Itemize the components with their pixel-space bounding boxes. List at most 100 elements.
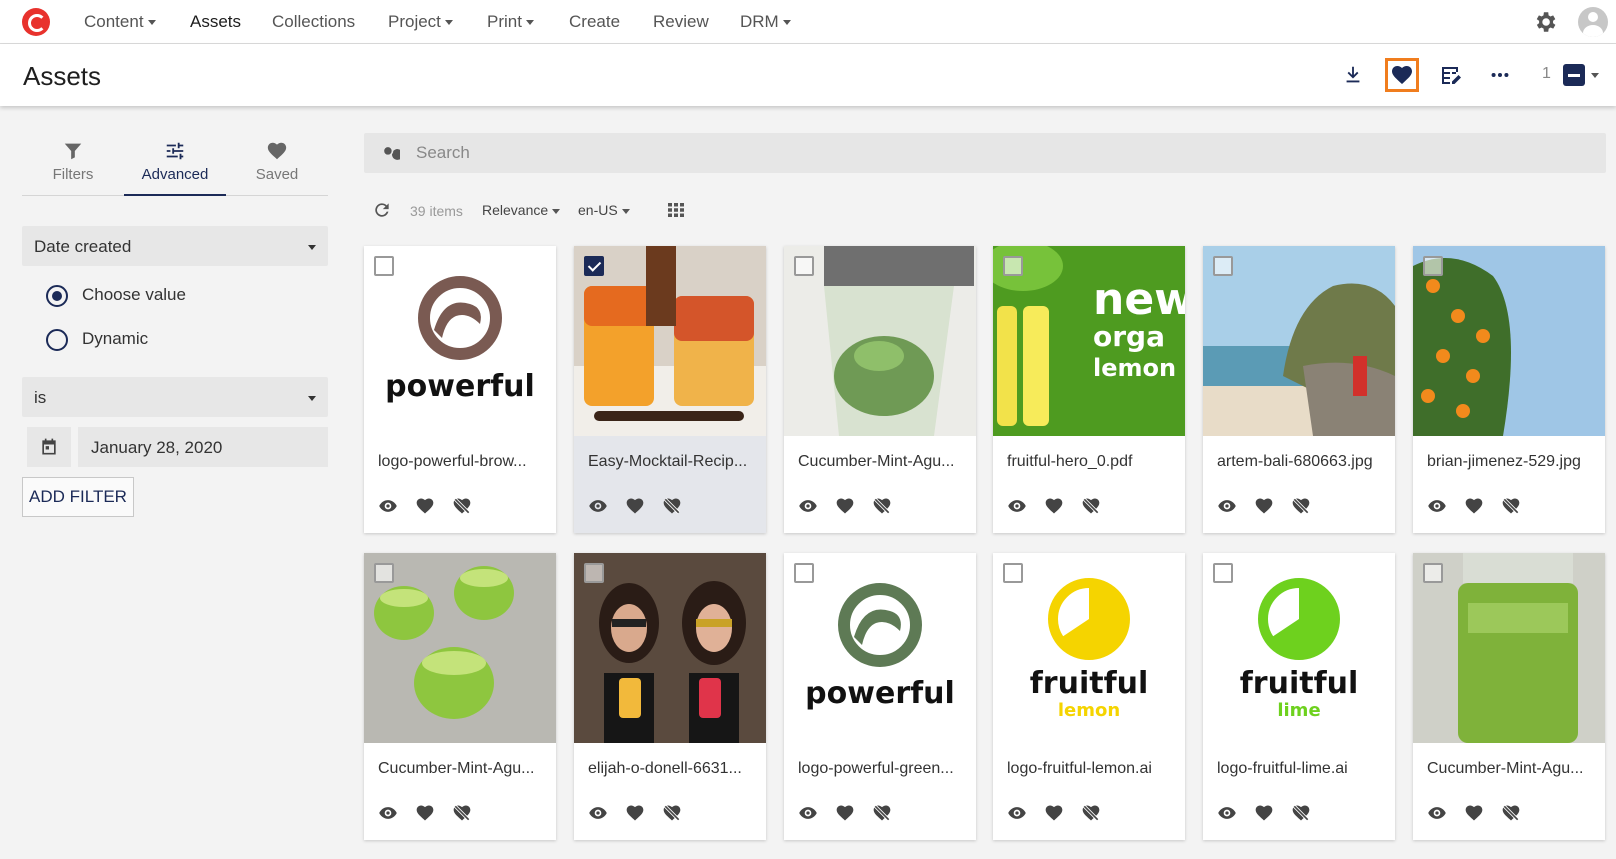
nav-item-create[interactable]: Create	[569, 12, 620, 32]
operator-select[interactable]: is	[22, 377, 328, 417]
unfavorite-heart-icon[interactable]	[872, 803, 892, 823]
preview-eye-icon[interactable]	[1427, 496, 1447, 516]
asset-select-checkbox[interactable]	[1423, 563, 1443, 583]
heart-icon[interactable]	[1044, 803, 1064, 823]
more-button[interactable]	[1483, 58, 1517, 92]
heart-icon[interactable]	[415, 496, 435, 516]
calendar-button[interactable]	[27, 427, 71, 467]
date-field[interactable]: January 28, 2020	[78, 427, 328, 467]
user-avatar-icon[interactable]	[1578, 7, 1608, 37]
nav-item-drm[interactable]: DRM	[740, 12, 791, 32]
asset-select-checkbox[interactable]	[794, 256, 814, 276]
top-navigation: Content Assets Collections Project Print…	[0, 0, 1616, 44]
asset-select-checkbox[interactable]	[1213, 256, 1233, 276]
radio-choose-value[interactable]	[46, 285, 68, 307]
unfavorite-heart-icon[interactable]	[662, 496, 682, 516]
unfavorite-heart-icon[interactable]	[872, 496, 892, 516]
asset-card[interactable]: brian-jimenez-529.jpg	[1413, 246, 1605, 533]
preview-eye-icon[interactable]	[1007, 803, 1027, 823]
sort-select-value: Relevance	[482, 202, 549, 218]
asset-card[interactable]: Cucumber-Mint-Agu...	[364, 553, 556, 840]
preview-eye-icon[interactable]	[588, 496, 608, 516]
unfavorite-heart-icon[interactable]	[1291, 496, 1311, 516]
unfavorite-heart-icon[interactable]	[1501, 496, 1521, 516]
heart-icon[interactable]	[625, 803, 645, 823]
asset-actions	[1217, 496, 1377, 516]
heart-icon[interactable]	[835, 496, 855, 516]
tab-filters[interactable]: Filters	[22, 134, 124, 196]
field-select[interactable]: Date created	[22, 226, 328, 266]
deselect-all-checkbox[interactable]	[1563, 64, 1585, 86]
add-filter-button[interactable]: ADD FILTER	[22, 477, 134, 517]
download-button[interactable]	[1336, 58, 1370, 92]
heart-icon[interactable]	[1254, 496, 1274, 516]
edit-table-button[interactable]	[1434, 58, 1468, 92]
preview-eye-icon[interactable]	[1217, 496, 1237, 516]
tab-saved[interactable]: Saved	[226, 134, 328, 196]
asset-select-checkbox[interactable]	[1003, 563, 1023, 583]
favorite-button[interactable]	[1385, 58, 1419, 92]
heart-icon[interactable]	[835, 803, 855, 823]
preview-eye-icon[interactable]	[798, 496, 818, 516]
tab-label: Advanced	[141, 166, 209, 183]
asset-card[interactable]: powerful logo-powerful-green...	[784, 553, 976, 840]
nav-item-review[interactable]: Review	[653, 12, 709, 32]
asset-card[interactable]: new orga lemon fruitful-hero_0.pdf	[993, 246, 1185, 533]
heart-icon[interactable]	[1254, 803, 1274, 823]
unfavorite-heart-icon[interactable]	[1501, 803, 1521, 823]
asset-select-checkbox[interactable]	[584, 256, 604, 276]
unfavorite-heart-icon[interactable]	[1081, 803, 1101, 823]
asset-card[interactable]: fruitful lime logo-fruitful-lime.ai	[1203, 553, 1395, 840]
preview-eye-icon[interactable]	[798, 803, 818, 823]
asset-card[interactable]: Cucumber-Mint-Agu...	[784, 246, 976, 533]
asset-select-checkbox[interactable]	[1423, 256, 1443, 276]
search-input[interactable]	[416, 141, 1516, 165]
gear-icon[interactable]	[1532, 9, 1558, 35]
preview-eye-icon[interactable]	[378, 803, 398, 823]
nav-item-print[interactable]: Print	[487, 12, 534, 32]
sort-select[interactable]: Relevance	[482, 202, 561, 218]
nav-item-project[interactable]: Project	[388, 12, 453, 32]
brand-logo-icon[interactable]	[22, 8, 50, 36]
heart-icon[interactable]	[1044, 496, 1064, 516]
nav-item-collections[interactable]: Collections	[272, 12, 355, 32]
asset-select-checkbox[interactable]	[374, 256, 394, 276]
tab-advanced[interactable]: Advanced	[124, 134, 226, 196]
chevron-down-icon[interactable]	[1591, 73, 1599, 78]
unfavorite-heart-icon[interactable]	[452, 496, 472, 516]
svg-text:powerful: powerful	[805, 676, 955, 711]
nav-item-content[interactable]: Content	[84, 12, 156, 32]
heart-icon[interactable]	[1464, 496, 1484, 516]
asset-card[interactable]: powerful logo-powerful-brow...	[364, 246, 556, 533]
refresh-icon[interactable]	[372, 200, 392, 220]
asset-name: fruitful-hero_0.pdf	[1007, 453, 1133, 470]
heart-icon[interactable]	[415, 803, 435, 823]
asset-card[interactable]: artem-bali-680663.jpg	[1203, 246, 1395, 533]
unfavorite-heart-icon[interactable]	[662, 803, 682, 823]
unfavorite-heart-icon[interactable]	[1291, 803, 1311, 823]
asset-actions	[378, 803, 538, 823]
heart-icon[interactable]	[625, 496, 645, 516]
asset-select-checkbox[interactable]	[1003, 256, 1023, 276]
nav-item-assets[interactable]: Assets	[190, 12, 241, 32]
asset-card[interactable]: elijah-o-donell-6631...	[574, 553, 766, 840]
radio-dynamic[interactable]	[46, 329, 68, 351]
grid-view-icon[interactable]	[668, 203, 684, 217]
asset-card[interactable]: fruitful lemon logo-fruitful-lemon.ai	[993, 553, 1185, 840]
asset-card[interactable]: Easy-Mocktail-Recip...	[574, 246, 766, 533]
asset-card[interactable]: Cucumber-Mint-Agu...	[1413, 553, 1605, 840]
preview-eye-icon[interactable]	[1007, 496, 1027, 516]
tab-label: Saved	[255, 166, 299, 183]
preview-eye-icon[interactable]	[588, 803, 608, 823]
preview-eye-icon[interactable]	[1427, 803, 1447, 823]
unfavorite-heart-icon[interactable]	[1081, 496, 1101, 516]
heart-icon[interactable]	[1464, 803, 1484, 823]
preview-eye-icon[interactable]	[1217, 803, 1237, 823]
preview-eye-icon[interactable]	[378, 496, 398, 516]
locale-select[interactable]: en-US	[578, 202, 630, 218]
unfavorite-heart-icon[interactable]	[452, 803, 472, 823]
asset-select-checkbox[interactable]	[374, 563, 394, 583]
asset-select-checkbox[interactable]	[1213, 563, 1233, 583]
asset-select-checkbox[interactable]	[794, 563, 814, 583]
asset-select-checkbox[interactable]	[584, 563, 604, 583]
